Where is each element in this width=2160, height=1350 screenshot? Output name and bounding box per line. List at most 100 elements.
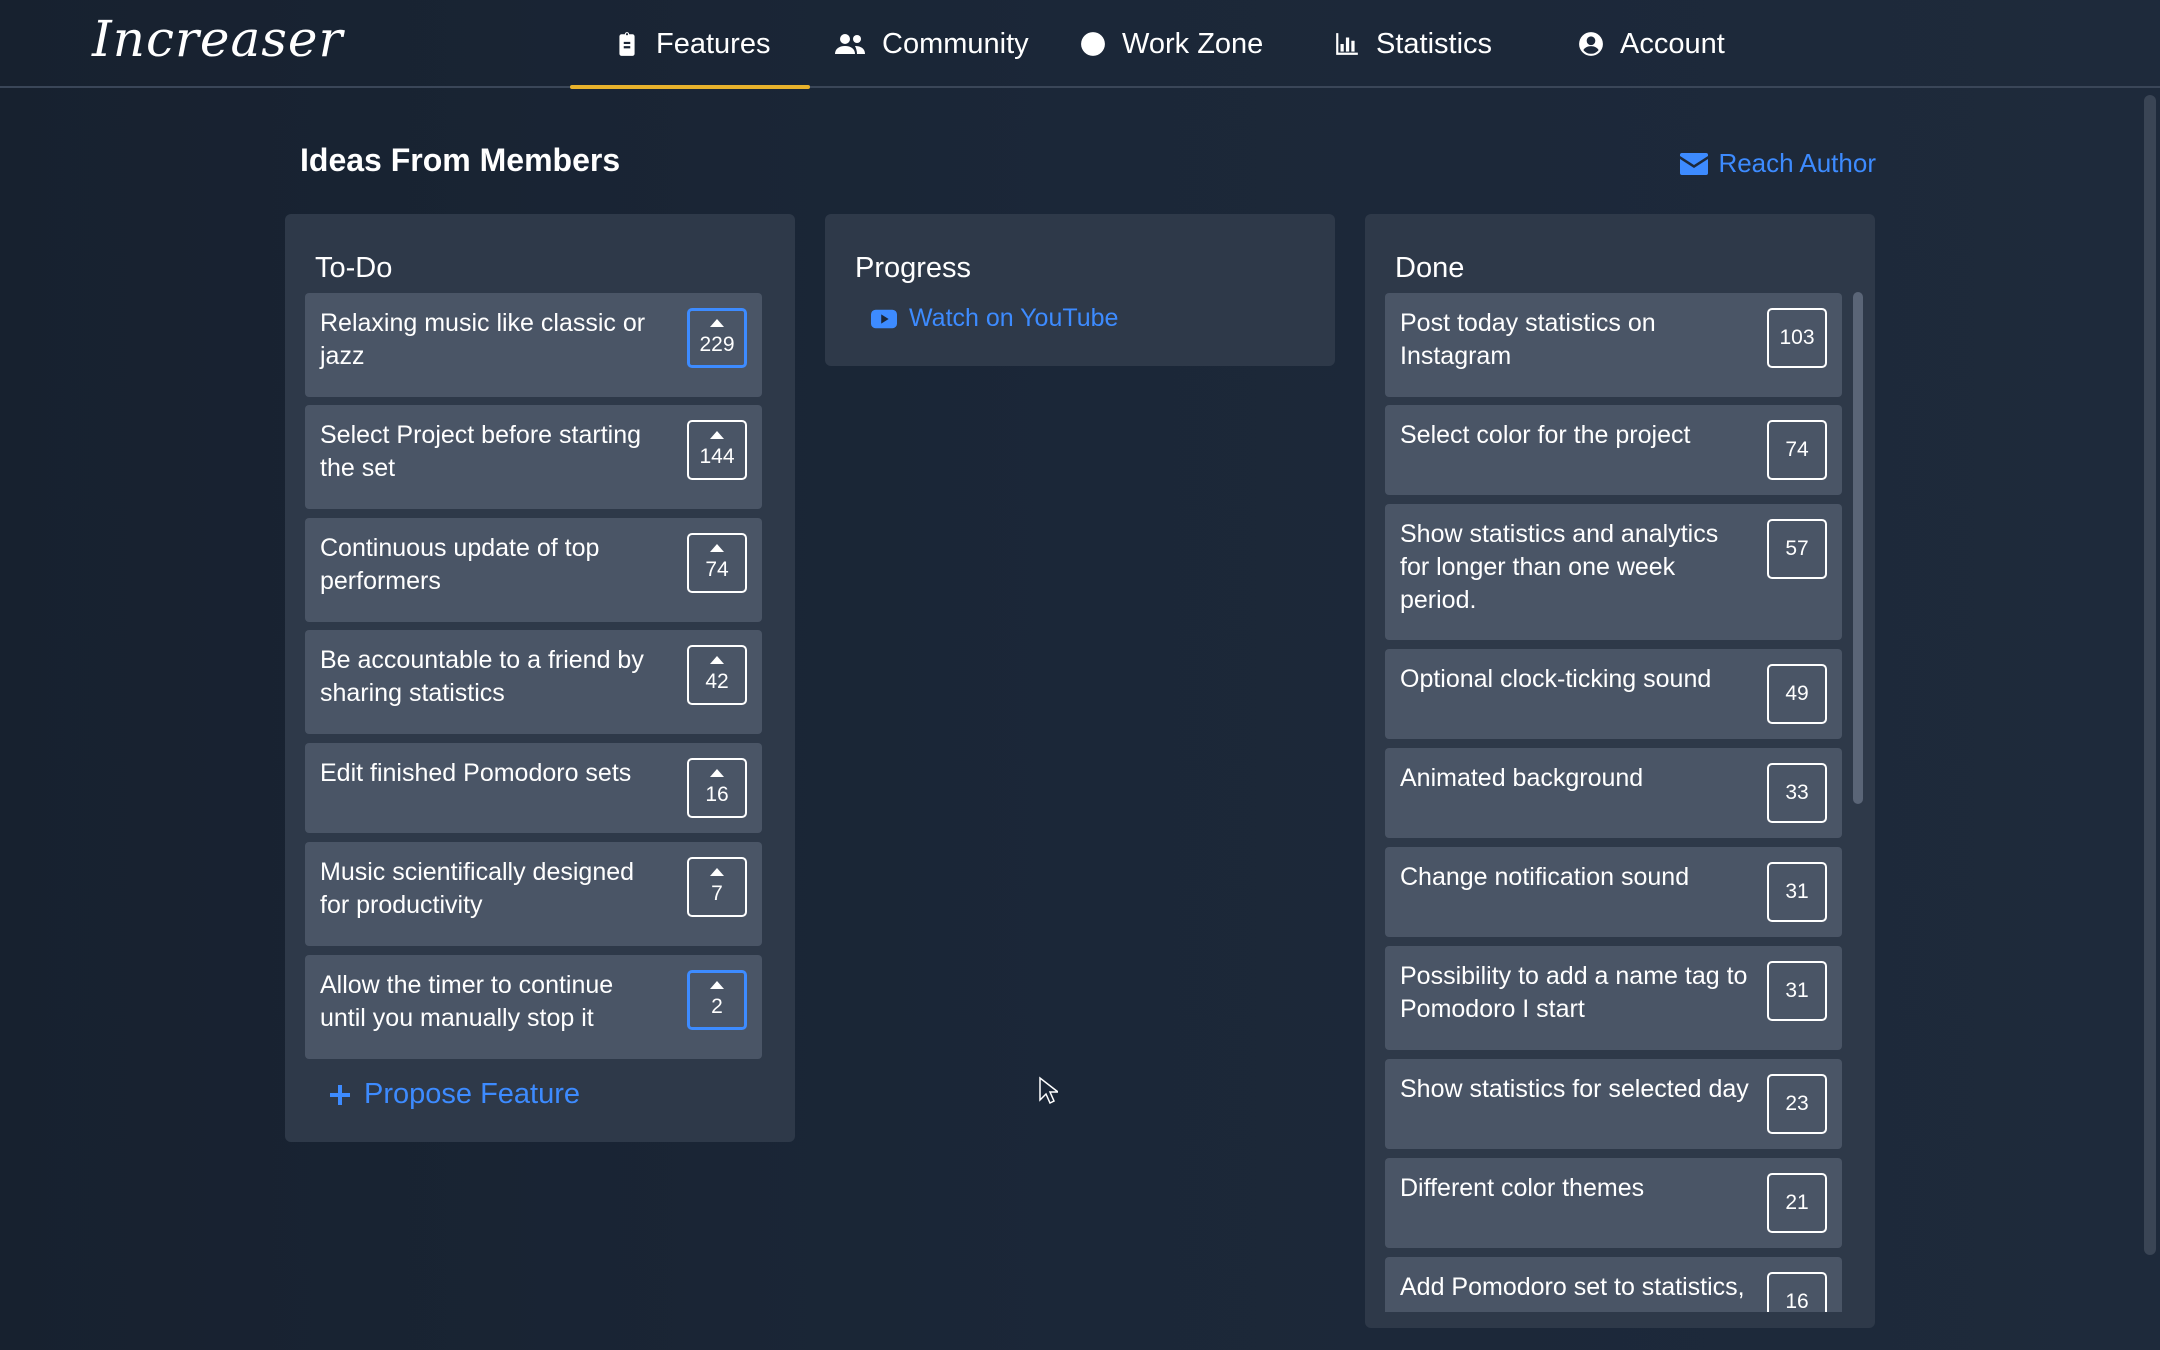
caret-up-icon xyxy=(710,656,724,664)
done-column: Done Post today statistics on Instagram … xyxy=(1365,214,1875,1328)
nav-features[interactable]: Features xyxy=(614,0,770,88)
vote-count: 31 xyxy=(1785,979,1809,1002)
nav-statistics[interactable]: Statistics xyxy=(1334,0,1492,88)
vote-count-box: 31 xyxy=(1767,961,1827,1021)
feature-text: Music scientifically designed for produc… xyxy=(320,858,635,919)
done-card: Add Pomodoro set to statistics, 16 xyxy=(1385,1257,1842,1312)
feature-text: Add Pomodoro set to statistics, xyxy=(1400,1273,1745,1301)
watch-youtube-link[interactable]: Watch on YouTube xyxy=(871,304,1118,333)
vote-count-box: 21 xyxy=(1767,1173,1827,1233)
vote-count: 103 xyxy=(1779,326,1815,349)
vote-count: 21 xyxy=(1785,1191,1809,1214)
page-title: Ideas From Members xyxy=(300,142,621,178)
todo-column-title: To-Do xyxy=(315,252,393,284)
upvote-button[interactable]: 42 xyxy=(687,645,747,705)
vote-count: 42 xyxy=(705,670,729,693)
feature-text: Relaxing music like classic or jazz xyxy=(320,309,646,370)
feature-text: Edit finished Pomodoro sets xyxy=(320,759,632,787)
feature-card: Select Project before starting the set 1… xyxy=(305,405,762,509)
plus-icon xyxy=(330,1084,350,1105)
nav-statistics-label: Statistics xyxy=(1376,27,1493,60)
feature-text: Optional clock-ticking sound xyxy=(1400,665,1712,693)
vote-count-box: 16 xyxy=(1767,1272,1827,1312)
clipboard-icon xyxy=(619,32,635,56)
feature-text: Animated background xyxy=(1400,764,1644,792)
vote-count: 144 xyxy=(699,445,735,468)
feature-text: Change notification sound xyxy=(1400,863,1690,891)
watch-youtube-label: Watch on YouTube xyxy=(909,304,1119,332)
upvote-button[interactable]: 144 xyxy=(687,420,747,480)
caret-up-icon xyxy=(710,868,724,876)
done-card: Optional clock-ticking sound 49 xyxy=(1385,649,1842,739)
vote-count: 74 xyxy=(1785,438,1809,461)
caret-up-icon xyxy=(710,431,724,439)
reach-author-label: Reach Author xyxy=(1718,148,1876,178)
feature-text: Allow the timer to continue until you ma… xyxy=(320,971,614,1032)
progress-column: Progress Watch on YouTube xyxy=(825,214,1335,366)
done-card: Show statistics and analytics for longer… xyxy=(1385,504,1842,640)
vote-count: 33 xyxy=(1785,781,1809,804)
vote-count-box: 49 xyxy=(1767,664,1827,724)
upvote-button[interactable]: 2 xyxy=(687,970,747,1030)
feature-text: Select color for the project xyxy=(1400,421,1691,449)
upvote-button[interactable]: 229 xyxy=(687,308,747,368)
propose-feature-label: Propose Feature xyxy=(364,1078,581,1110)
nav-community[interactable]: Community xyxy=(834,0,1029,88)
vote-count: 2 xyxy=(711,995,723,1018)
vote-count-box: 57 xyxy=(1767,519,1827,579)
done-card: Change notification sound 31 xyxy=(1385,847,1842,937)
bar-chart-icon xyxy=(1336,33,1358,55)
vote-count: 7 xyxy=(711,882,723,905)
top-navbar: Increaser Features Community Work Zone S… xyxy=(0,0,2160,89)
todo-column: To-Do Relaxing music like classic or jaz… xyxy=(285,214,795,1142)
nav-work-zone-label: Work Zone xyxy=(1122,27,1264,60)
nav-community-label: Community xyxy=(882,27,1029,60)
active-tab-indicator xyxy=(570,85,810,89)
feature-card: Edit finished Pomodoro sets 16 xyxy=(305,743,762,833)
done-list: Post today statistics on Instagram 103 S… xyxy=(1365,214,1875,1312)
vote-count: 74 xyxy=(705,558,729,581)
done-card: Possibility to add a name tag to Pomodor… xyxy=(1385,946,1842,1050)
user-circle-icon xyxy=(1579,32,1603,56)
nav-account[interactable]: Account xyxy=(1578,0,1725,88)
vote-count: 16 xyxy=(705,783,729,806)
done-card: Post today statistics on Instagram 103 xyxy=(1385,293,1842,397)
upvote-button[interactable]: 7 xyxy=(687,857,747,917)
youtube-icon xyxy=(871,309,897,328)
propose-feature-button[interactable]: Propose Feature xyxy=(328,1078,580,1111)
feature-card: Relaxing music like classic or jazz 229 xyxy=(305,293,762,397)
users-icon xyxy=(835,34,865,54)
feature-card: Be accountable to a friend by sharing st… xyxy=(305,630,762,734)
vote-count: 16 xyxy=(1785,1290,1809,1312)
nav-features-label: Features xyxy=(656,27,771,60)
vote-count: 31 xyxy=(1785,880,1809,903)
nav-work-zone[interactable]: Work Zone xyxy=(1080,0,1263,88)
done-card: Animated background 33 xyxy=(1385,748,1842,838)
page-scrollbar[interactable] xyxy=(2144,95,2156,1255)
feature-text: Post today statistics on Instagram xyxy=(1400,309,1656,370)
upvote-button[interactable]: 74 xyxy=(687,533,747,593)
feature-card: Allow the timer to continue until you ma… xyxy=(305,955,762,1059)
done-card: Different color themes 21 xyxy=(1385,1158,1842,1248)
done-card: Show statistics for selected day 23 xyxy=(1385,1059,1842,1149)
vote-count-box: 74 xyxy=(1767,420,1827,480)
feature-text: Be accountable to a friend by sharing st… xyxy=(320,646,644,707)
upvote-button[interactable]: 16 xyxy=(687,758,747,818)
reach-author-link[interactable]: Reach Author xyxy=(1680,148,1876,179)
nav-account-label: Account xyxy=(1620,27,1725,60)
caret-up-icon xyxy=(710,544,724,552)
envelope-icon xyxy=(1680,152,1709,175)
vote-count: 49 xyxy=(1785,682,1809,705)
vote-count-box: 31 xyxy=(1767,862,1827,922)
feature-card: Music scientifically designed for produc… xyxy=(305,842,762,946)
vote-count: 229 xyxy=(699,333,735,356)
caret-up-icon xyxy=(710,981,724,989)
feature-text: Show statistics for selected day xyxy=(1400,1075,1749,1103)
feature-text: Show statistics and analytics for longer… xyxy=(1400,520,1719,614)
feature-text: Continuous update of top performers xyxy=(320,534,600,595)
vote-count-box: 33 xyxy=(1767,763,1827,823)
app-logo[interactable]: Increaser xyxy=(92,10,343,68)
mouse-pointer-icon xyxy=(1039,1076,1058,1105)
feature-text: Different color themes xyxy=(1400,1174,1645,1202)
feature-text: Select Project before starting the set xyxy=(320,421,641,482)
